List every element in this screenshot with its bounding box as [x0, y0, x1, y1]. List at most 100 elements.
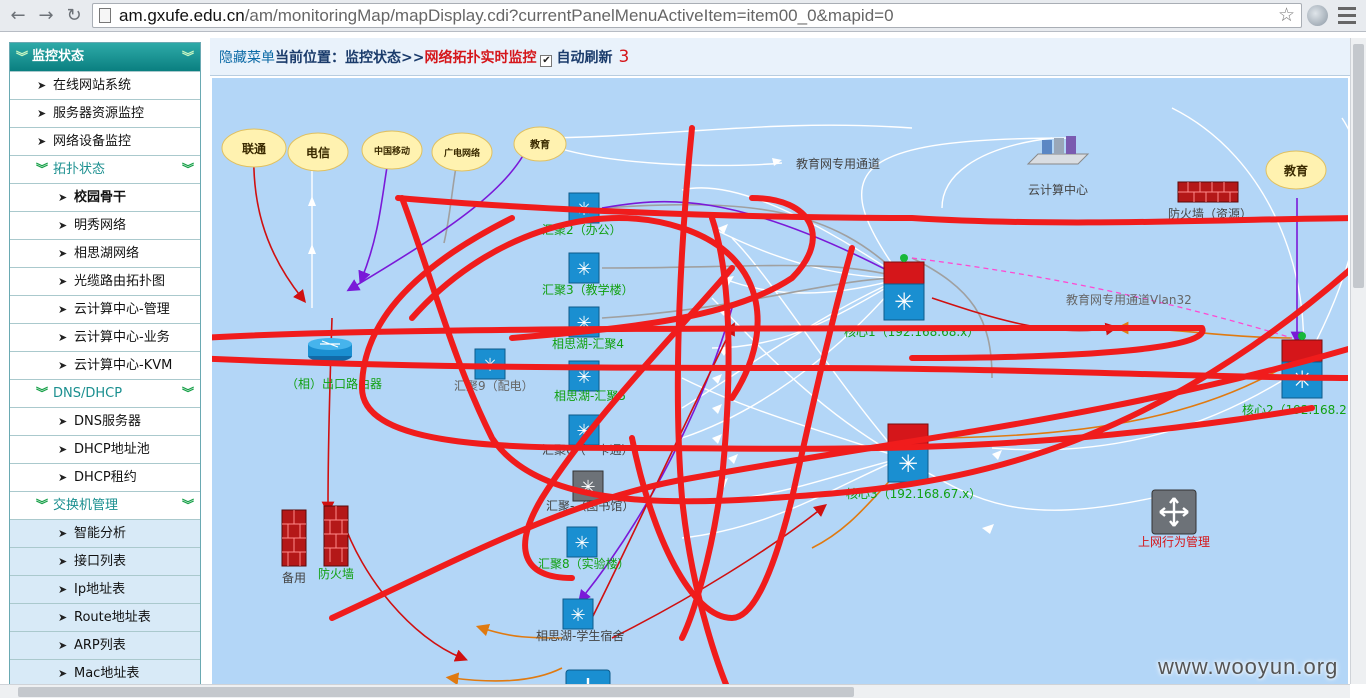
svg-text:✳: ✳: [576, 259, 591, 280]
sidebar-item[interactable]: ➤ 明秀网络: [10, 211, 200, 239]
sidebar-item[interactable]: ➤ ARP列表: [10, 631, 200, 659]
sidebar-group[interactable]: ︾ 拓扑状态 ︾: [10, 155, 200, 183]
auto-refresh-checkbox[interactable]: ✔: [540, 55, 553, 67]
chevron-right-icon: ➤: [58, 331, 68, 344]
sidebar-item-label: 校园骨干: [74, 190, 127, 205]
sidebar-header[interactable]: ︾ 监控状态 ︾: [10, 43, 200, 71]
double-chevron-down-icon: ︾: [16, 50, 29, 64]
double-chevron-down-icon: ︾: [36, 498, 49, 512]
node-label: 相思湖-学生宿舍: [536, 628, 624, 643]
chevron-right-icon: ➤: [58, 471, 68, 484]
bookmark-star-icon[interactable]: ☆: [1278, 4, 1295, 26]
sidebar-item-label: DHCP租约: [74, 470, 137, 485]
sidebar-item-label: 光缆路由拓扑图: [74, 274, 166, 289]
vertical-scroll-thumb[interactable]: [1353, 44, 1364, 288]
chevron-right-icon: ➤: [58, 611, 68, 624]
sidebar-item[interactable]: ➤ 接口列表: [10, 547, 200, 575]
page-icon: [99, 8, 111, 23]
chevron-right-icon: ➤: [58, 303, 68, 316]
router-icon[interactable]: [308, 338, 352, 362]
node-label: （相）出口路由器: [286, 376, 382, 391]
node-label: 备用: [282, 571, 306, 585]
forward-icon[interactable]: →: [34, 4, 58, 28]
chevron-right-icon: ➤: [37, 135, 47, 148]
cloud-nodes: 联通 电信 中国移动 广电网络 教育 教育: [221, 126, 1327, 190]
sidebar: ︾ 监控状态 ︾ ➤ 在线网站系统 ➤ 服务器资源监控 ➤ 网络设备监控 ︾ 拓扑状态 ︾ ➤ 校园…: [9, 42, 201, 698]
double-chevron-down-icon: ︾: [181, 498, 194, 512]
sidebar-item-label: 拓扑状态: [53, 162, 106, 177]
sidebar-item-label: 网络设备监控: [53, 134, 132, 149]
location-label: 当前位置：: [275, 50, 345, 66]
auto-refresh-label: 自动刷新: [556, 50, 613, 66]
flow-control-icon[interactable]: [565, 669, 611, 684]
sidebar-item[interactable]: ➤ 云计算中心-KVM: [10, 351, 200, 379]
sidebar-item[interactable]: ➤ Route地址表: [10, 603, 200, 631]
sidebar-item[interactable]: ➤ 智能分析: [10, 519, 200, 547]
chevron-right-icon: ➤: [58, 275, 68, 288]
page-title: 网络拓扑实时监控: [424, 50, 537, 66]
sidebar-item[interactable]: ➤ 在线网站系统: [10, 71, 200, 99]
horizontal-scroll-thumb[interactable]: [18, 687, 854, 697]
sidebar-header-label: 监控状态: [32, 49, 85, 64]
address-bar[interactable]: am.gxufe.edu.cn/am/monitoringMap/mapDisp…: [92, 3, 1302, 28]
sidebar-item-label: 在线网站系统: [53, 78, 132, 93]
sidebar-item-label: 智能分析: [74, 526, 127, 541]
sidebar-item-label: 相思湖网络: [74, 246, 140, 261]
cloud-label: 教育: [529, 138, 550, 151]
sidebar-item[interactable]: ➤ 云计算中心-管理: [10, 295, 200, 323]
sidebar-item-label: DNS/DHCP: [53, 386, 123, 401]
refresh-counter: 3: [618, 47, 630, 67]
sidebar-item[interactable]: ➤ 云计算中心-业务: [10, 323, 200, 351]
sidebar-item-label: Ip地址表: [74, 582, 126, 597]
globe-icon[interactable]: [1307, 5, 1328, 26]
svg-text:✳: ✳: [574, 533, 589, 554]
chevron-right-icon: ➤: [58, 219, 68, 232]
sidebar-item[interactable]: ➤ Mac地址表: [10, 659, 200, 687]
vertical-scrollbar[interactable]: [1350, 38, 1366, 684]
sidebar-item[interactable]: ➤ 校园骨干: [10, 183, 200, 211]
sidebar-item[interactable]: ➤ DHCP租约: [10, 463, 200, 491]
node-label: 防火墙: [318, 566, 354, 581]
topology-map[interactable]: 联通 电信 中国移动 广电网络 教育 教育 ✳ ✳ ✳ ✳ ✳ ✳ ✳ ✳ ✳ …: [212, 78, 1348, 684]
sidebar-group[interactable]: ︾ DNS/DHCP ︾: [10, 379, 200, 407]
chevron-right-icon: ➤: [58, 583, 68, 596]
reload-icon[interactable]: ↻: [62, 4, 86, 28]
svg-text:✳: ✳: [898, 450, 918, 478]
node-label: 教育网专用通道Vlan32: [1066, 292, 1192, 307]
sidebar-item[interactable]: ➤ Ip地址表: [10, 575, 200, 603]
hide-menu-link[interactable]: 隐藏菜单: [219, 50, 275, 66]
url-text[interactable]: am.gxufe.edu.cn/am/monitoringMap/mapDisp…: [119, 6, 894, 26]
chevron-right-icon: ➤: [58, 415, 68, 428]
sidebar-item[interactable]: ➤ DHCP地址池: [10, 435, 200, 463]
sidebar-item[interactable]: ➤ DNS服务器: [10, 407, 200, 435]
chevron-right-icon: ➤: [58, 443, 68, 456]
svg-text:✳: ✳: [570, 605, 585, 626]
sidebar-item[interactable]: ➤ 网络设备监控: [10, 127, 200, 155]
sidebar-item-label: Route地址表: [74, 610, 151, 625]
sidebar-item-label: 交换机管理: [53, 498, 119, 513]
sidebar-item[interactable]: ➤ 服务器资源监控: [10, 99, 200, 127]
double-chevron-down-icon: ︾: [36, 162, 49, 176]
double-chevron-down-icon: ︾: [181, 162, 194, 176]
node-label: 相思湖-汇聚4: [552, 336, 624, 351]
sidebar-item-label: 明秀网络: [74, 218, 127, 233]
double-chevron-down-icon: ︾: [36, 386, 49, 400]
cloud-label: 广电网络: [444, 147, 480, 159]
breadcrumb[interactable]: 监控状态>>: [345, 50, 424, 66]
sidebar-item-label: Mac地址表: [74, 666, 140, 681]
sidebar-item[interactable]: ➤ 光缆路由拓扑图: [10, 267, 200, 295]
back-icon[interactable]: ←: [6, 4, 30, 28]
behavior-manager-icon[interactable]: [1151, 489, 1197, 535]
node-label: 上网行为管理: [1138, 534, 1210, 549]
sidebar-item-label: ARP列表: [74, 638, 126, 653]
chevron-right-icon: ➤: [58, 191, 68, 204]
horizontal-scrollbar[interactable]: [0, 684, 1350, 698]
cloud-label: 中国移动: [374, 145, 410, 157]
sidebar-item-label: DHCP地址池: [74, 442, 150, 457]
sidebar-item[interactable]: ➤ 相思湖网络: [10, 239, 200, 267]
menu-icon[interactable]: [1338, 7, 1356, 24]
sidebar-group[interactable]: ︾ 交换机管理 ︾: [10, 491, 200, 519]
chevron-right-icon: ➤: [58, 359, 68, 372]
browser-toolbar: ← → ↻ am.gxufe.edu.cn/am/monitoringMap/m…: [0, 0, 1366, 32]
sidebar-item-label: DNS服务器: [74, 414, 141, 429]
